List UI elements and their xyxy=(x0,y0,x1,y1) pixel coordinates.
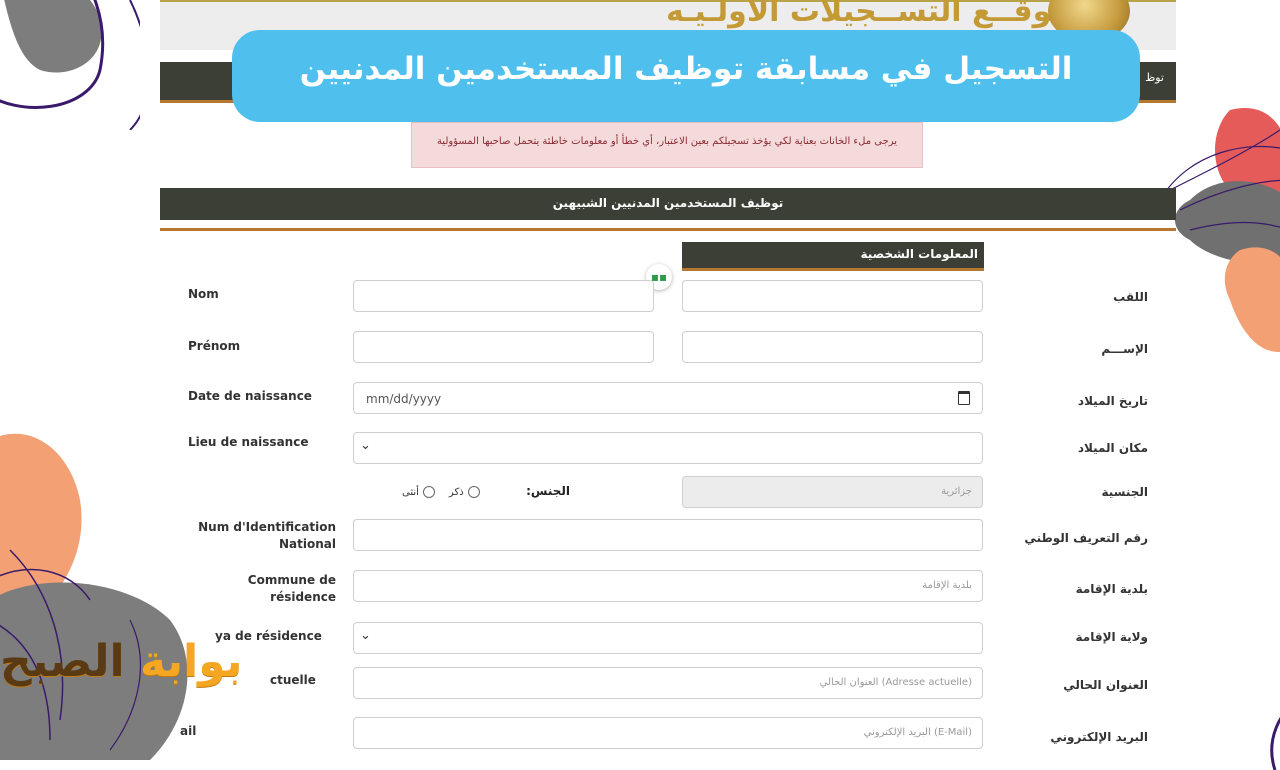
logo-part2: الصبح xyxy=(0,636,125,687)
chevron-down-icon: ⌄ xyxy=(360,628,371,643)
email-input[interactable]: البريد الإلكتروني (E-Mail) xyxy=(353,717,983,749)
label-date-ar: تاريخ الميلاد xyxy=(1077,394,1148,408)
label-commune-ar: بلدية الإقامة xyxy=(1075,582,1148,596)
label-nom-ar: اللقب xyxy=(1113,290,1148,304)
gender-male-label: ذكر xyxy=(448,486,464,498)
label-date-fr: Date de naissance xyxy=(188,389,312,403)
wilaya-select[interactable]: ⌄ xyxy=(353,622,983,654)
nav-bar-text: توظ xyxy=(1145,71,1164,84)
commune-placeholder: بلدية الإقامة xyxy=(922,580,972,591)
gender-options: أنثى ذكر xyxy=(402,486,480,498)
address-placeholder: العنوان الحالي (Adresse actuelle) xyxy=(819,677,972,688)
label-nin-fr-line1: Num d'Identification xyxy=(198,520,336,534)
birth-place-select[interactable]: ⌄ xyxy=(353,432,983,464)
prenom-ar-input[interactable] xyxy=(682,331,983,363)
nin-input[interactable] xyxy=(353,519,983,551)
gender-label: الجنس: xyxy=(526,484,570,498)
label-commune-fr-line1: Commune de xyxy=(247,573,336,587)
section-divider xyxy=(160,228,1176,231)
commune-input[interactable]: بلدية الإقامة xyxy=(353,570,983,602)
label-nin-fr-line2: National xyxy=(279,537,336,551)
label-nin-ar: رقم التعريف الوطني xyxy=(1024,531,1148,545)
decorative-leaf-right xyxy=(1159,108,1280,352)
chevron-down-icon: ⌄ xyxy=(360,438,371,453)
nom-ar-input[interactable] xyxy=(682,280,983,312)
label-email-fr: ail xyxy=(180,724,197,738)
calendar-icon[interactable] xyxy=(958,391,970,405)
label-nin-fr: Num d'Identification National xyxy=(176,520,336,551)
label-commune-fr-line2: résidence xyxy=(270,590,336,604)
label-lieu-ar: مكان الميلاد xyxy=(1077,441,1148,455)
site-title: موقــع التســجيلات الأولـيـه xyxy=(665,0,1070,29)
banner-title: التسجيل في مسابقة توظيف المستخدمين المدن… xyxy=(299,51,1073,87)
nationality-input: جزائرية xyxy=(682,476,983,508)
nom-fr-input[interactable] xyxy=(353,280,654,312)
label-prenom-fr: Prénom xyxy=(188,339,241,353)
gender-female-label: أنثى xyxy=(402,486,419,498)
label-nationality-ar: الجنسية xyxy=(1101,485,1148,499)
nationality-value: جزائرية xyxy=(941,486,972,497)
label-wilaya-ar: ولاية الإقامة xyxy=(1075,630,1148,644)
warning-notice-text: يرجى ملء الخانات بعناية لكي يؤخذ تسجيلكم… xyxy=(436,136,898,147)
subsection-title: المعلومات الشخصية xyxy=(860,247,978,261)
label-prenom-ar: الإســـم xyxy=(1101,342,1148,356)
decorative-leaf-top-left xyxy=(0,0,140,130)
label-lieu-fr: Lieu de naissance xyxy=(188,435,309,449)
birth-date-value: mm/dd/yyyy xyxy=(366,392,442,406)
label-adresse-ar: العنوان الحالي xyxy=(1063,678,1148,692)
label-email-ar: البريد الإلكتروني xyxy=(1050,730,1148,744)
birth-date-input[interactable]: mm/dd/yyyy xyxy=(353,382,983,414)
address-input[interactable]: العنوان الحالي (Adresse actuelle) xyxy=(353,667,983,699)
gender-male-radio[interactable] xyxy=(467,486,480,498)
label-commune-fr: Commune de résidence xyxy=(176,573,336,604)
logo-part1: بوابة xyxy=(139,636,243,687)
label-nom-fr: Nom xyxy=(188,287,219,301)
email-placeholder: البريد الإلكتروني (E-Mail) xyxy=(863,727,972,738)
gender-female-radio[interactable] xyxy=(422,486,435,498)
prenom-fr-input[interactable] xyxy=(353,331,654,363)
section-title: توظيف المستخدمين المدنيين الشبيهين xyxy=(552,196,784,210)
site-logo: بوابة الصبح xyxy=(0,636,242,687)
